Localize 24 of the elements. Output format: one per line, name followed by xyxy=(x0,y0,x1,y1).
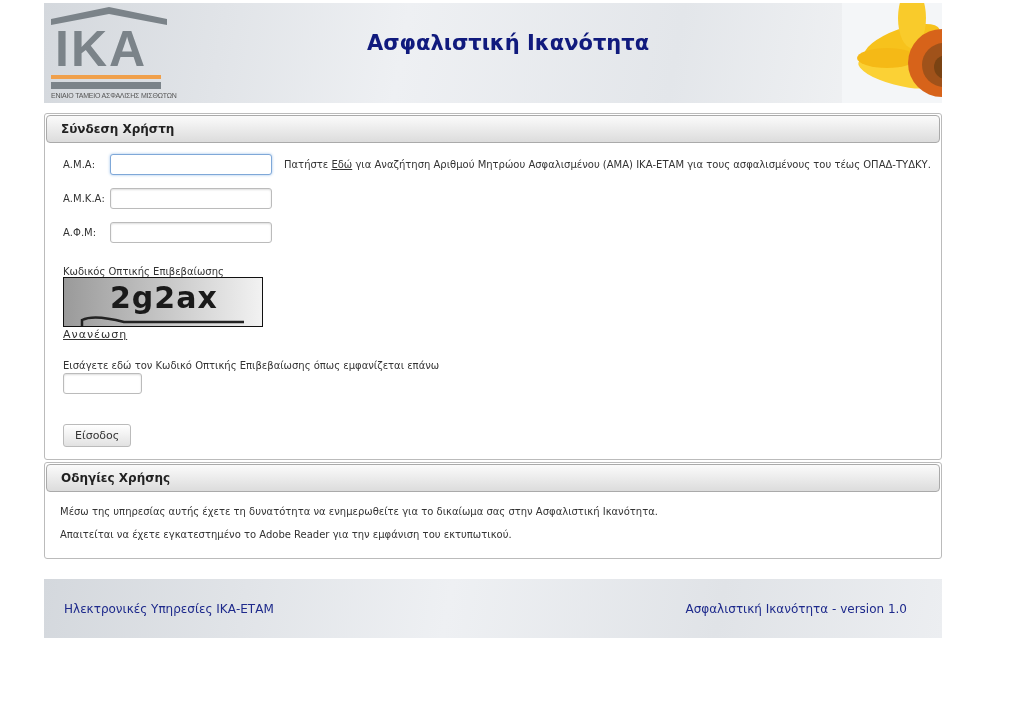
captcha-field[interactable] xyxy=(63,373,142,394)
login-button[interactable]: Είσοδος xyxy=(63,424,132,447)
input-field[interactable] xyxy=(110,222,272,243)
roof-icon xyxy=(51,7,167,25)
captcha-image: 2g2ax xyxy=(63,277,263,327)
input-field[interactable] xyxy=(110,154,272,175)
input-field[interactable] xyxy=(110,188,272,209)
captcha-label: Κωδικός Οπτικής Επιβεβαίωσης xyxy=(63,266,224,277)
section-title: Οδηγίες Χρήσης xyxy=(61,471,171,485)
here-link[interactable]: Εδώ xyxy=(331,159,353,170)
field-label: Α.Μ.Κ.Α: xyxy=(63,193,106,204)
footer-text: Ηλεκτρονικές Υπηρεσίες ΙΚΑ-ΕΤΑΜ xyxy=(64,601,274,616)
field-label: Α.Μ.Α: xyxy=(63,159,97,170)
page-title: Ασφαλιστική Ικανότητα xyxy=(367,31,650,55)
stripe-icon xyxy=(51,75,161,89)
logo-text: IKA xyxy=(55,27,148,71)
captcha-prompt: Εισάγετε εδώ τον Κωδικό Οπτικής Επιβεβαίωσης όπως εμφανίζεται επάνω xyxy=(63,360,440,371)
instruction-text: Απαιτείται να έχετε εγκατεστημένο το Adobe Reader για την εμφάνιση του εκτυπωτικού. xyxy=(60,529,513,540)
refresh-link[interactable]: Ανανέωση xyxy=(63,328,128,341)
version-text: Ασφαλιστική Ικανότητα - version 1.0 xyxy=(685,601,907,616)
hint-text: Πατήστε Εδώ για Αναζήτηση Αριθμού Μητρώου Ασφαλισμένου (ΑΜΑ) ΙΚΑ-ΕΤΑΜ για τους ασφαλισμένους του τέως ΟΠΑΔ-ΤΥΔΚΥ. xyxy=(284,159,931,170)
section-title: Σύνδεση Χρήστη xyxy=(61,122,175,136)
instruction-text: Μέσω της υπηρεσίας αυτής έχετε τη δυνατότητα να ενημερωθείτε για το δικαίωμα σας στην Ασφαλιστική Ικανότητα. xyxy=(60,506,659,517)
field-label: Α.Φ.Μ: xyxy=(63,227,98,238)
